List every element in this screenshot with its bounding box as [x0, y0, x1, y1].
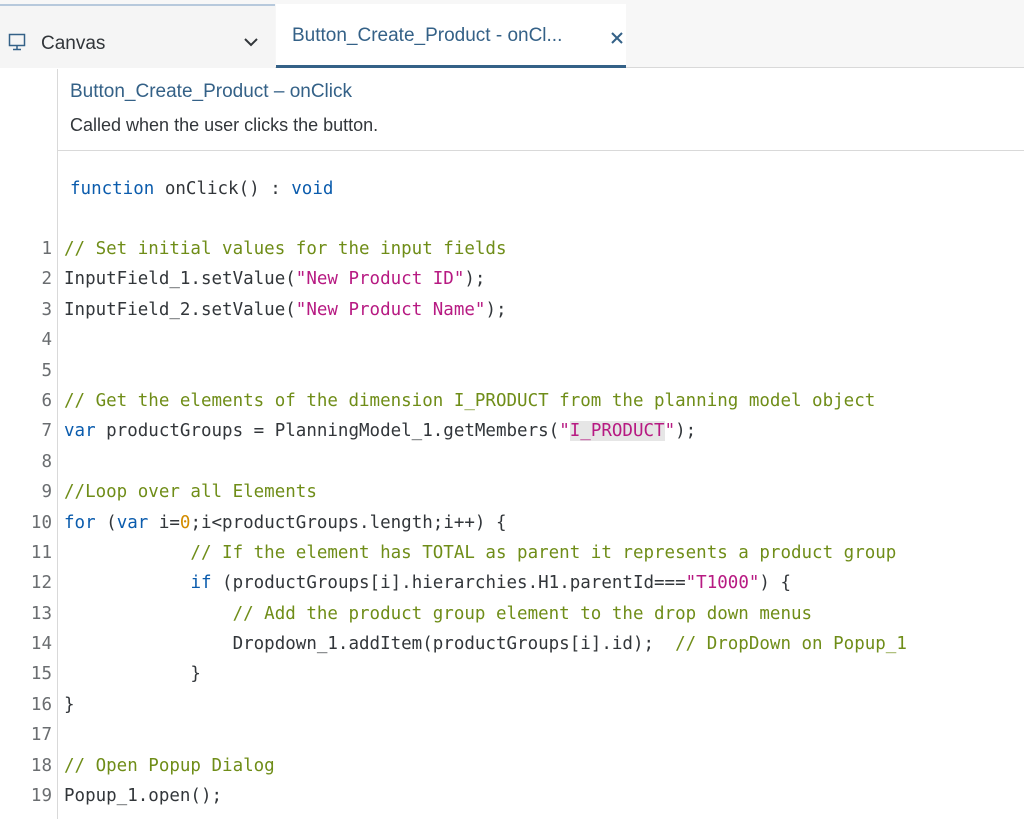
tab-canvas[interactable]: Canvas: [0, 4, 275, 68]
line-number: 12: [30, 573, 52, 594]
code-line: 9//Loop over all Elements: [0, 477, 1024, 507]
tab-active-label: Button_Create_Product - onCl...: [292, 25, 563, 46]
tab-canvas-label: Canvas: [41, 33, 106, 54]
line-number: 7: [41, 421, 52, 442]
signature-return-type: void: [291, 179, 334, 199]
code-line: 8: [0, 447, 1024, 477]
signature-name: onClick() :: [154, 179, 292, 199]
code-line: 3 InputField_2.setValue("New Product Name…: [0, 295, 1024, 325]
tab-button-create-product-onclick[interactable]: Button_Create_Product - onCl...: [276, 4, 626, 68]
editor-tab-bar: Canvas Button_Create_Product - onCl...: [0, 0, 1024, 68]
code-line: 1// Set initial values for the input fie…: [0, 234, 1024, 264]
line-number: 8: [41, 451, 52, 472]
chevron-down-icon[interactable]: [243, 36, 259, 48]
code-line: 2 InputField_1.setValue("New Product ID")…: [0, 264, 1024, 294]
code-line: 17: [0, 720, 1024, 750]
line-number: 5: [41, 360, 52, 381]
line-number: 10: [30, 512, 52, 533]
close-icon[interactable]: [609, 30, 625, 46]
line-number: 14: [30, 634, 52, 655]
line-number: 17: [30, 725, 52, 746]
function-title: Button_Create_Product – onClick: [70, 81, 352, 102]
line-number: 3: [41, 299, 52, 320]
code-line: 13 // Add the product group element to t…: [0, 599, 1024, 629]
canvas-icon: [8, 33, 26, 51]
function-signature: function onClick() : void: [70, 179, 333, 199]
line-number: 1: [41, 239, 52, 259]
code-line: 10 for (var i=0;i<productGroups.length;i+…: [0, 508, 1024, 538]
line-number: 15: [30, 664, 52, 685]
line-number: 18: [30, 755, 52, 776]
line-number: 9: [41, 482, 52, 503]
code-line: 6// Get the elements of the dimension I_…: [0, 386, 1024, 416]
code-line: 4: [0, 325, 1024, 355]
highlighted-token: I_PRODUCT: [569, 421, 665, 442]
code-line: 12 if (productGroups[i].hierarchies.H1.p…: [0, 568, 1024, 598]
line-number: 2: [41, 269, 52, 290]
code-line: 14 Dropdown_1.addItem(productGroups[i].i…: [0, 629, 1024, 659]
line-number: 13: [30, 603, 52, 624]
code-editor[interactable]: 1// Set initial values for the input fie…: [0, 234, 1024, 811]
code-line: 16}: [0, 690, 1024, 720]
line-number: 16: [30, 694, 52, 715]
line-number: 4: [41, 330, 52, 351]
code-line: 15 }: [0, 659, 1024, 689]
line-number: 19: [30, 786, 52, 807]
code-line: 19 Popup_1.open();: [0, 781, 1024, 811]
signature-keyword: function: [70, 179, 155, 199]
code-line: 11 // If the element has TOTAL as parent…: [0, 538, 1024, 568]
line-number: 6: [41, 390, 52, 411]
code-line: 5: [0, 356, 1024, 386]
code-line: 7 var productGroups = PlanningModel_1.get…: [0, 416, 1024, 446]
line-number: 11: [30, 542, 52, 563]
header-divider: [58, 150, 1024, 151]
function-description: Called when the user clicks the button.: [70, 115, 379, 135]
code-line: 18// Open Popup Dialog: [0, 751, 1024, 781]
